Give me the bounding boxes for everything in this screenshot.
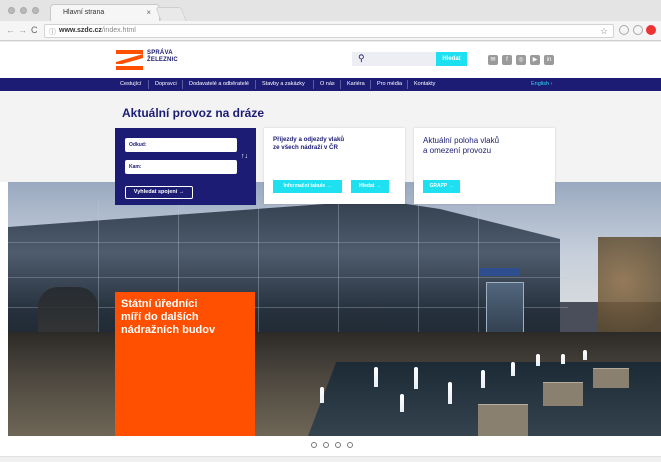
minimize-window-button[interactable] <box>20 7 27 14</box>
departures-card-title: Příjezdy a odjezdy vlaků ze všech nádraž… <box>273 136 345 151</box>
fountain-plinth <box>543 382 583 406</box>
fountain-jet <box>374 367 378 387</box>
browser-window: Hlavní strana × ← → C ⓘ www.szdc.cz/inde… <box>0 0 661 462</box>
glass-facade-line <box>8 242 568 243</box>
szdc-logo-icon[interactable] <box>116 50 143 70</box>
search-button[interactable]: Hledat <box>436 52 467 66</box>
page-bottom-strip <box>0 456 661 462</box>
find-button[interactable]: Hledat → <box>351 180 389 193</box>
main-navigation: Cestující Dopravci Dodavatelé a odběrate… <box>0 78 661 91</box>
tab-title: Hlavní strana <box>63 9 105 16</box>
glass-facade-line <box>258 200 259 350</box>
info-board-button[interactable]: Informační tabule → <box>273 180 342 193</box>
fountain-jet <box>583 350 587 360</box>
window-controls <box>8 7 39 14</box>
nav-separator <box>313 80 314 89</box>
connection-search-card: Odkud: Kam: ↑↓ Vyhledat spojení → <box>115 128 256 205</box>
tab-close-icon[interactable]: × <box>146 8 151 17</box>
logo-text[interactable]: SPRÁVA ŽELEZNIC <box>147 50 178 64</box>
browser-titlebar: Hlavní strana × <box>0 0 661 21</box>
forward-icon[interactable]: → <box>18 25 27 35</box>
train-position-card-title: Aktuální poloha vlaků a omezení provozu <box>423 136 500 155</box>
search-icon: ⚲ <box>358 53 365 63</box>
fountain-jet <box>414 367 418 389</box>
nav-item-pro-media[interactable]: Pro média <box>377 78 402 91</box>
hero-image[interactable] <box>8 182 661 436</box>
back-icon[interactable]: ← <box>6 25 15 35</box>
fountain-jet <box>536 354 540 366</box>
nav-separator <box>340 80 341 89</box>
nav-item-o-nas[interactable]: O nás <box>320 78 335 91</box>
language-switch-link[interactable]: English › <box>531 78 552 91</box>
carousel-dot[interactable] <box>335 442 341 448</box>
departures-card: Příjezdy a odjezdy vlaků ze všech nádraž… <box>264 128 405 204</box>
glass-facade-line <box>338 200 339 350</box>
grapp-button[interactable]: GRAPP → <box>423 180 460 193</box>
url-host: www.szdc.cz <box>59 27 102 34</box>
search-input[interactable]: ⚲ <box>352 52 436 66</box>
nav-item-dodavatele[interactable]: Dodavatelé a odběratelé <box>189 78 249 91</box>
glass-facade-line <box>98 200 99 350</box>
email-icon[interactable]: ✉ <box>488 55 498 65</box>
fountain-plinth <box>593 368 629 388</box>
new-tab-button[interactable] <box>155 7 187 21</box>
extension-icon[interactable] <box>633 25 643 35</box>
search-connection-button[interactable]: Vyhledat spojení → <box>125 186 193 199</box>
extension-icon[interactable] <box>619 25 629 35</box>
maximize-window-button[interactable] <box>32 7 39 14</box>
hero-caption-text: Státní úředníci míří do dalších nádražní… <box>121 298 216 336</box>
fountain-jet <box>320 387 324 403</box>
glass-facade-line <box>478 200 479 350</box>
nav-separator <box>255 80 256 89</box>
nav-item-kontakty[interactable]: Kontakty <box>414 78 435 91</box>
train-position-card: Aktuální poloha vlaků a omezení provozu … <box>414 128 555 204</box>
youtube-icon[interactable]: ▶ <box>530 55 540 65</box>
nav-item-kariera[interactable]: Kariéra <box>347 78 365 91</box>
carousel-dot[interactable] <box>323 442 329 448</box>
nav-separator <box>407 80 408 89</box>
close-window-button[interactable] <box>8 7 15 14</box>
carousel-pagination <box>311 442 353 448</box>
pinterest-extension-icon[interactable] <box>646 25 656 35</box>
nav-item-cestujici[interactable]: Cestující <box>120 78 141 91</box>
station-sign <box>480 268 520 276</box>
glass-facade-line <box>8 277 568 278</box>
fountain-jet <box>481 370 485 388</box>
to-field[interactable]: Kam: <box>125 160 237 174</box>
address-bar: ← → C ⓘ www.szdc.cz/index.html ☆ <box>0 21 661 41</box>
from-field[interactable]: Odkud: <box>125 138 237 152</box>
nav-item-stavby[interactable]: Stavby a zakázky <box>262 78 305 91</box>
provoz-title: Aktuální provoz na dráze <box>122 106 265 120</box>
nav-separator <box>148 80 149 89</box>
fountain-jet <box>561 354 565 364</box>
url-path: /index.html <box>101 27 136 34</box>
website: SPRÁVA ŽELEZNIC ⚲ Hledat ✉ f ◎ ▶ in Cest… <box>0 42 661 462</box>
facebook-icon[interactable]: f <box>502 55 512 65</box>
carousel-dot[interactable] <box>347 442 353 448</box>
url-input[interactable]: ⓘ www.szdc.cz/index.html ☆ <box>44 24 614 38</box>
instagram-icon[interactable]: ◎ <box>516 55 526 65</box>
reload-icon[interactable]: C <box>31 25 38 35</box>
star-icon[interactable]: ☆ <box>600 26 608 37</box>
hero-caption-box[interactable]: Státní úředníci míří do dalších nádražní… <box>115 292 255 436</box>
logo-line-1: SPRÁVA <box>147 50 173 56</box>
browser-tab[interactable]: Hlavní strana × <box>50 4 160 21</box>
nav-item-dopravci[interactable]: Dopravci <box>155 78 177 91</box>
fountain-jet <box>511 362 515 376</box>
info-icon[interactable]: ⓘ <box>49 27 56 37</box>
swap-icon[interactable]: ↑↓ <box>241 153 248 160</box>
carousel-dot[interactable] <box>311 442 317 448</box>
hero-trees <box>598 237 661 347</box>
fountain-jet <box>400 394 404 412</box>
nav-separator <box>182 80 183 89</box>
glass-facade-line <box>418 200 419 350</box>
nav-separator <box>370 80 371 89</box>
logo-line-2: ŽELEZNIC <box>147 57 178 63</box>
fountain-jet <box>448 382 452 404</box>
linkedin-icon[interactable]: in <box>544 55 554 65</box>
fountain-plinth <box>478 404 528 436</box>
